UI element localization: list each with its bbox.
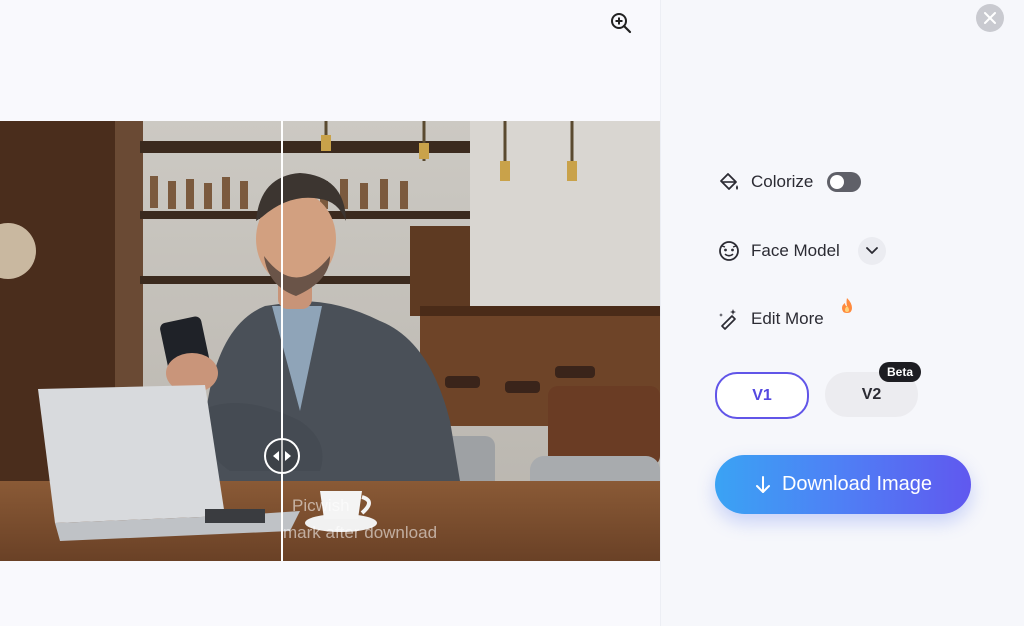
zoom-in-icon xyxy=(611,13,632,34)
close-button[interactable] xyxy=(976,4,1004,32)
cafe-photo xyxy=(0,121,660,561)
watermark-line-1: Picwish xyxy=(292,496,350,515)
version-v1-button[interactable]: V1 xyxy=(715,372,809,419)
compare-divider[interactable] xyxy=(281,121,283,561)
chevron-down-icon xyxy=(865,247,878,254)
colorize-label: Colorize xyxy=(751,172,814,191)
zoom-in-button[interactable] xyxy=(606,8,636,38)
download-arrow-icon xyxy=(754,475,772,495)
watermark-line-2: mark after download xyxy=(283,523,438,542)
face-model-label: Face Model xyxy=(751,241,840,260)
face-model-dropdown[interactable] xyxy=(857,237,886,265)
compare-slider-handle[interactable] xyxy=(264,438,300,474)
colorize-option: Colorize xyxy=(716,169,862,195)
close-icon xyxy=(984,12,996,24)
download-image-button[interactable]: Download Image xyxy=(715,455,971,514)
face-icon xyxy=(716,238,742,264)
beta-badge: Beta xyxy=(879,362,922,382)
download-label: Download Image xyxy=(781,473,933,495)
fire-icon xyxy=(838,297,856,315)
face-model-option: Face Model xyxy=(716,237,886,265)
colorize-toggle[interactable] xyxy=(827,172,862,192)
photo-preview[interactable]: Picwish mark after download xyxy=(0,121,660,561)
compare-slider-icon xyxy=(273,451,291,461)
paint-bucket-icon xyxy=(716,169,742,195)
edit-more-option[interactable]: Edit More xyxy=(716,306,824,332)
edit-more-label: Edit More xyxy=(751,309,824,328)
magic-wand-icon xyxy=(716,306,742,332)
